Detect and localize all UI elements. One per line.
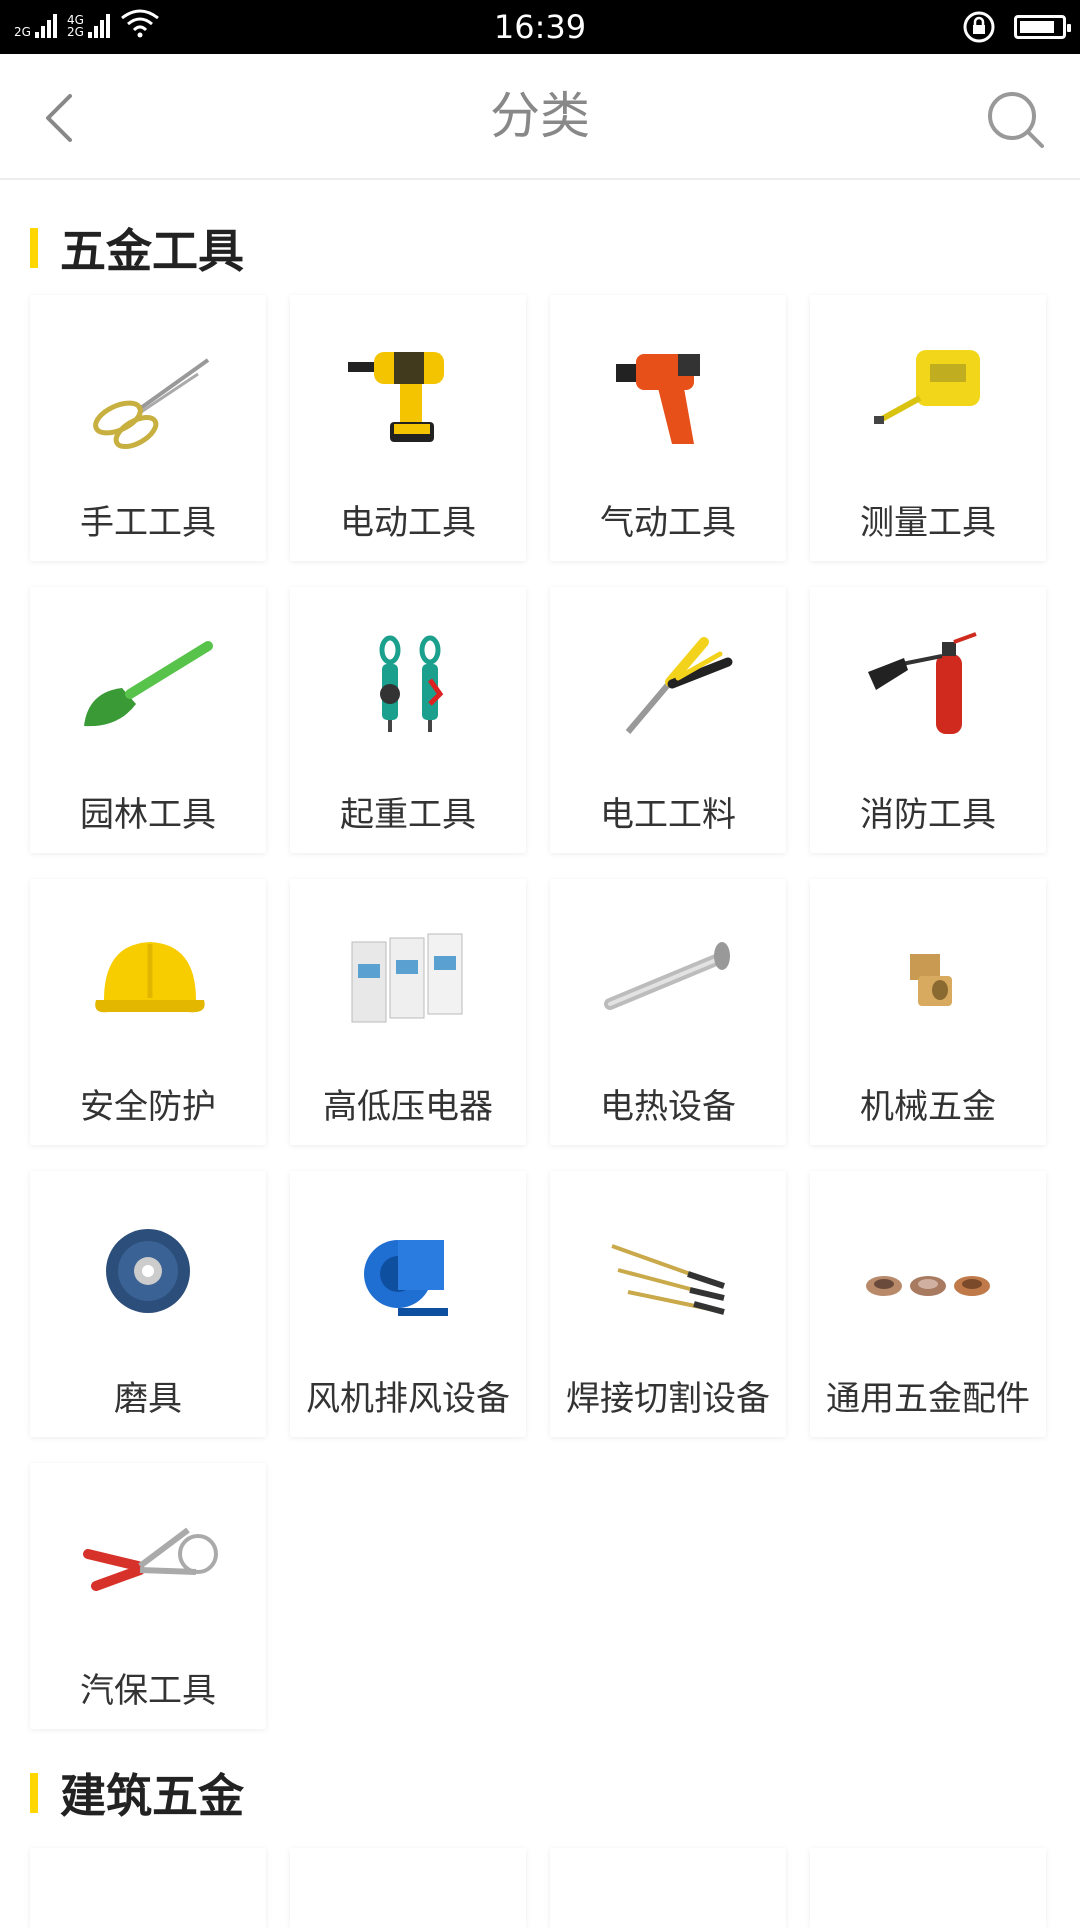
category-label: 高低压电器 <box>323 1087 493 1127</box>
tape-measure-icon <box>874 350 980 424</box>
category-grid-partial <box>30 1848 1050 1928</box>
status-bar: 2G 4G 2G 16:39 <box>0 0 1080 54</box>
category-card[interactable]: 园林工具 <box>30 587 266 853</box>
grinding-disc-icon <box>106 1229 190 1313</box>
category-card[interactable]: 风机排风设备 <box>290 1171 526 1437</box>
category-card[interactable]: 汽保工具 <box>30 1463 266 1729</box>
app-header: 分类 <box>0 54 1080 180</box>
category-label: 电热设备 <box>600 1087 736 1127</box>
category-card[interactable]: 起重工具 <box>290 587 526 853</box>
rotation-lock-icon <box>963 11 995 43</box>
category-label: 汽保工具 <box>80 1671 216 1711</box>
category-label: 消防工具 <box>860 795 996 835</box>
section-accent-bar <box>30 1773 38 1813</box>
section-title-building-hardware: 建筑五金 <box>30 1760 244 1826</box>
category-label: 园林工具 <box>80 795 216 835</box>
air-gun-icon <box>616 354 700 444</box>
blower-fan-icon <box>364 1240 448 1316</box>
category-label: 电动工具 <box>340 503 476 543</box>
category-card[interactable]: 电热设备 <box>550 879 786 1145</box>
category-label: 磨具 <box>114 1379 182 1419</box>
battery-icon <box>1014 15 1071 39</box>
category-label: 通用五金配件 <box>826 1379 1030 1419</box>
category-label: 风机排风设备 <box>306 1379 510 1419</box>
scissors-icon <box>93 358 210 450</box>
pulley-hook-icon <box>379 635 444 732</box>
status-time: 16:39 <box>493 8 587 46</box>
category-card[interactable]: 磨具 <box>30 1171 266 1437</box>
category-card[interactable]: 通用五金配件 <box>810 1171 1046 1437</box>
category-label: 手工工具 <box>80 503 216 543</box>
category-card[interactable]: 电动工具 <box>290 295 526 561</box>
fire-extinguisher-icon <box>868 632 977 734</box>
category-card[interactable]: 气动工具 <box>550 295 786 561</box>
category-card[interactable]: 焊接切割设备 <box>550 1171 786 1437</box>
category-card[interactable]: 安全防护 <box>30 879 266 1145</box>
category-label: 安全防护 <box>80 1087 216 1127</box>
category-card[interactable]: 机械五金 <box>810 879 1046 1145</box>
category-label: 起重工具 <box>340 795 476 835</box>
category-card[interactable] <box>810 1848 1046 1928</box>
category-label: 测量工具 <box>860 503 996 543</box>
category-card[interactable]: 测量工具 <box>810 295 1046 561</box>
category-label: 电工工料 <box>600 795 736 835</box>
category-card[interactable]: 高低压电器 <box>290 879 526 1145</box>
brass-fitting-icon <box>910 954 952 1006</box>
bushing-icon <box>866 1276 990 1296</box>
category-card[interactable]: 电工工料 <box>550 587 786 853</box>
category-card[interactable] <box>290 1848 526 1928</box>
section-accent-bar <box>30 228 38 268</box>
section-title-text: 建筑五金 <box>60 1769 244 1823</box>
category-label: 气动工具 <box>600 503 736 543</box>
circuit-breaker-icon <box>351 933 463 1023</box>
category-card[interactable]: 手工工具 <box>30 295 266 561</box>
helmet-icon <box>95 942 205 1013</box>
pliers-icon <box>625 637 733 734</box>
drill-icon <box>348 352 444 442</box>
search-icon[interactable] <box>986 90 1046 150</box>
category-label: 焊接切割设备 <box>566 1379 770 1419</box>
category-label: 机械五金 <box>860 1087 996 1127</box>
category-card[interactable] <box>30 1848 266 1928</box>
page-title: 分类 <box>490 87 590 145</box>
trowel-icon <box>84 641 213 727</box>
welding-torch-icon <box>611 1244 725 1315</box>
heating-tube-icon <box>604 942 730 1010</box>
section-title-text: 五金工具 <box>60 224 244 278</box>
category-card[interactable]: 消防工具 <box>810 587 1046 853</box>
section-title-hardware-tools: 五金工具 <box>30 215 244 281</box>
category-grid: 手工工具 电动工具 气动工具 测量工具 园林工具 起重工具 电工工料 消防工具 … <box>30 295 1050 1729</box>
category-card[interactable] <box>550 1848 786 1928</box>
ring-pliers-icon <box>83 1527 218 1591</box>
